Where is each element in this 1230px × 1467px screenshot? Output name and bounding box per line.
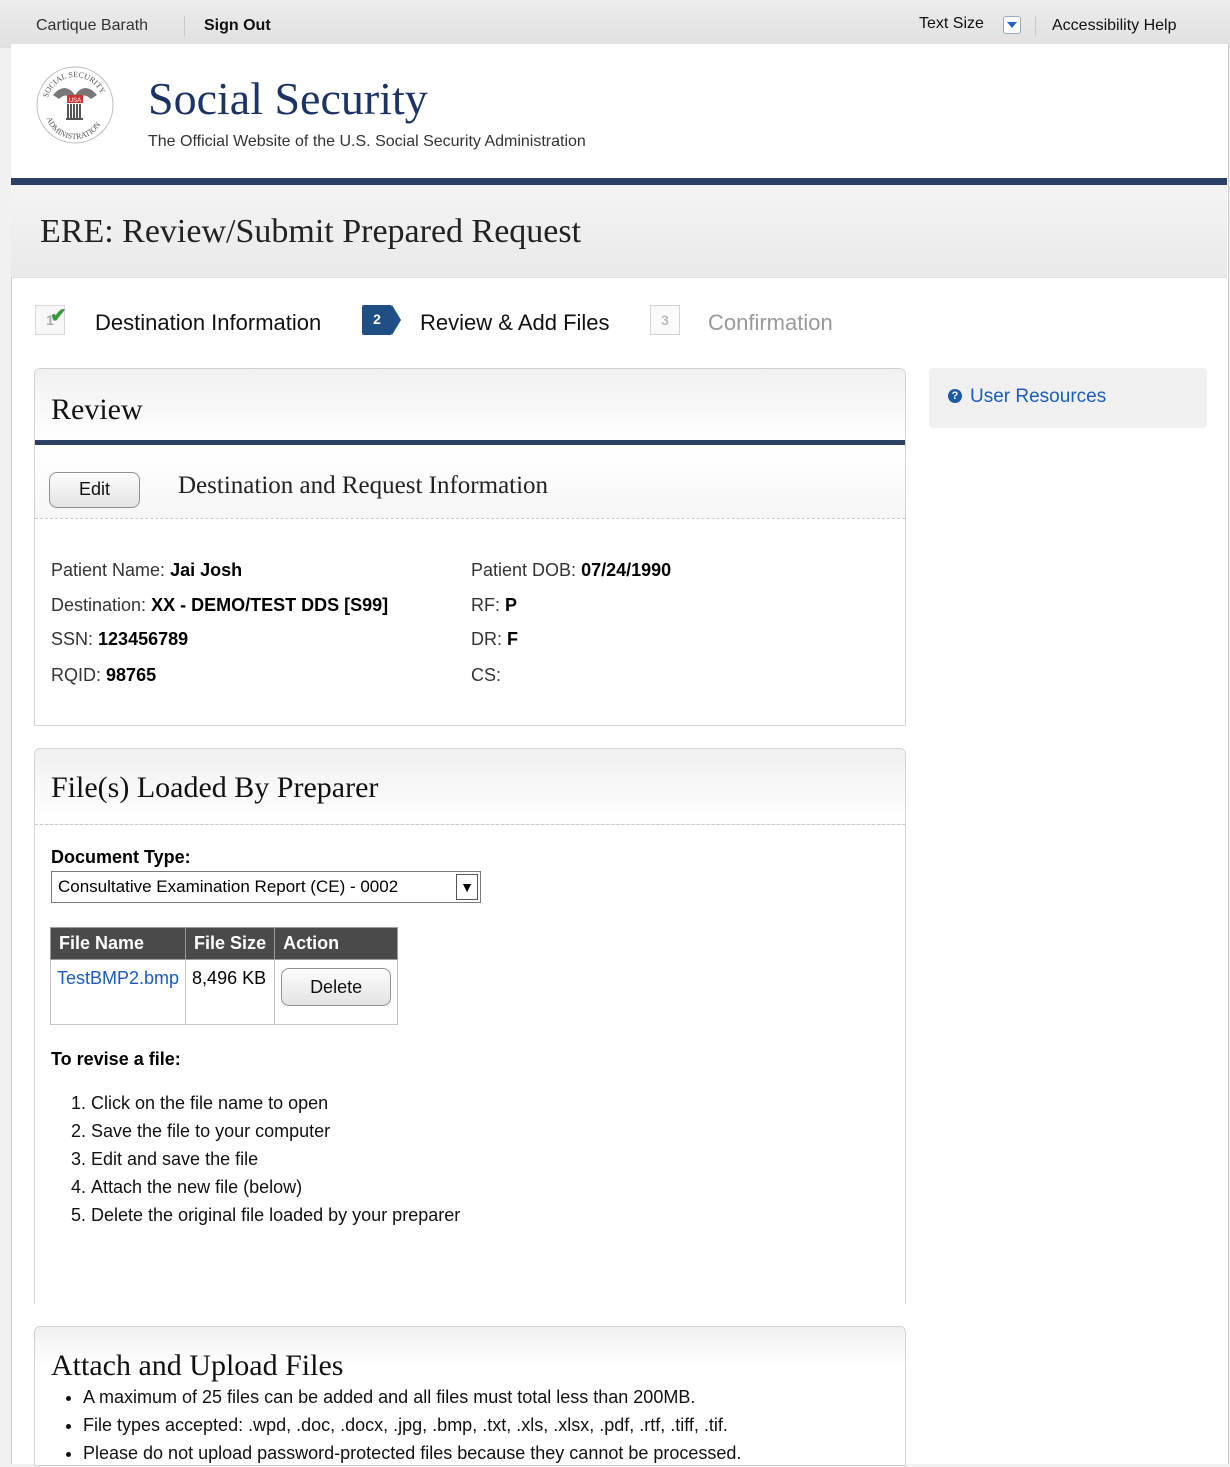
field-label: Patient Name:	[51, 560, 166, 580]
list-item: Edit and save the file	[91, 1145, 460, 1173]
list-item: File types accepted: .wpd, .doc, .docx, …	[83, 1411, 741, 1439]
step-3-label: Confirmation	[708, 310, 833, 335]
review-panel: Review Edit Destination and Request Info…	[34, 368, 906, 726]
revise-steps-list: Click on the file name to open Save the …	[51, 1089, 460, 1229]
delete-button[interactable]: Delete	[281, 968, 392, 1006]
step-1-badge: 1 ✔	[35, 305, 67, 335]
checkmark-icon: ✔	[50, 305, 67, 327]
table-header-row: File Name File Size Action	[49, 927, 399, 960]
edit-button[interactable]: Edit	[49, 472, 140, 508]
patient-name-field: Patient Name: Jai Josh	[51, 560, 242, 581]
list-item: Please do not upload password-protected …	[83, 1439, 741, 1467]
attach-header: Attach and Upload Files	[35, 1327, 905, 1382]
review-header: Review	[35, 369, 905, 445]
file-size-cell: 8,496 KB	[185, 959, 276, 1025]
dr-field: DR: F	[471, 629, 518, 650]
dr-value: F	[507, 629, 519, 649]
brand-tagline: The Official Website of the U.S. Social …	[148, 133, 586, 150]
file-name-cell: TestBMP2.bmp	[49, 959, 187, 1025]
accessibility-help-link[interactable]: Accessibility Help	[1052, 17, 1176, 35]
step-2-badge: 2	[362, 305, 401, 335]
ssn-value: 123456789	[98, 629, 189, 649]
files-table: File Name File Size Action TestBMP2.bmp …	[49, 927, 399, 1025]
user-name: Cartique Barath	[36, 17, 149, 34]
rqid-field: RQID: 98765	[51, 665, 156, 686]
user-resources-link[interactable]: User Resources	[970, 386, 1106, 408]
document-type-label: Document Type:	[51, 847, 191, 867]
field-label: DR:	[471, 629, 502, 649]
files-header: File(s) Loaded By Preparer	[35, 749, 905, 825]
table-row: TestBMP2.bmp 8,496 KB Delete	[49, 959, 399, 1025]
patient-dob-field: Patient DOB: 07/24/1990	[471, 560, 671, 581]
column-header: Action	[274, 927, 399, 960]
svg-text:USA: USA	[69, 98, 81, 104]
step-number: 2	[373, 311, 381, 327]
revise-heading: To revise a file:	[51, 1049, 181, 1069]
text-size-label[interactable]: Text Size	[919, 15, 984, 33]
list-item: Attach the new file (below)	[91, 1173, 460, 1201]
action-cell: Delete	[274, 959, 399, 1025]
rf-field: RF: P	[471, 595, 517, 616]
column-header: File Name	[49, 927, 187, 960]
sign-out-link[interactable]: Sign Out	[204, 17, 271, 35]
selected-document-type: Consultative Examination Report (CE) - 0…	[58, 877, 399, 896]
field-label: SSN:	[51, 629, 94, 649]
header-rule	[11, 178, 1227, 185]
help-icon: ?	[948, 389, 962, 403]
list-item: Save the file to your computer	[91, 1117, 460, 1145]
divider	[184, 16, 185, 36]
divider	[1035, 16, 1036, 36]
patient-dob-value: 07/24/1990	[581, 560, 672, 580]
rf-value: P	[505, 595, 518, 615]
list-item: A maximum of 25 files can be added and a…	[83, 1383, 741, 1411]
rqid-value: 98765	[106, 665, 157, 685]
text-size-dropdown-icon[interactable]	[1003, 16, 1021, 34]
list-item: Click on the file name to open	[91, 1089, 460, 1117]
field-label: RQID:	[51, 665, 102, 685]
step-2-label: Review & Add Files	[420, 310, 610, 335]
field-label: RF:	[471, 595, 500, 615]
attach-title: Attach and Upload Files	[51, 1349, 344, 1382]
files-title: File(s) Loaded By Preparer	[51, 771, 379, 804]
destination-field: Destination: XX - DEMO/TEST DDS [S99]	[51, 595, 388, 616]
field-label: Patient DOB:	[471, 560, 577, 580]
patient-name-value: Jai Josh	[170, 560, 243, 580]
destination-value: XX - DEMO/TEST DDS [S99]	[151, 595, 389, 615]
file-name-link[interactable]: TestBMP2.bmp	[57, 968, 179, 988]
ssa-seal-logo[interactable]: SOCIAL SECURITY ADMINISTRATION USA	[35, 65, 115, 145]
chevron-down-icon[interactable]: ▼	[456, 874, 478, 900]
step-3-badge: 3	[650, 305, 680, 335]
cs-field: CS:	[471, 665, 501, 686]
attach-panel: Attach and Upload Files A maximum of 25 …	[34, 1326, 906, 1466]
files-panel: File(s) Loaded By Preparer Document Type…	[34, 748, 906, 1304]
list-item: Delete the original file loaded by your …	[91, 1201, 460, 1229]
utility-bar: Cartique Barath Sign Out Text Size Acces…	[0, 0, 1230, 48]
step-number: 3	[661, 312, 669, 328]
document-type-select[interactable]: Consultative Examination Report (CE) - 0…	[51, 871, 481, 903]
field-label: Destination:	[51, 595, 147, 615]
page-title: ERE: Review/Submit Prepared Request	[40, 213, 582, 250]
attach-notes-list: A maximum of 25 files can be added and a…	[53, 1383, 741, 1467]
review-title: Review	[51, 393, 143, 426]
column-header: File Size	[185, 927, 276, 960]
step-1-label: Destination Information	[95, 310, 322, 335]
destination-section-title: Destination and Request Information	[178, 472, 549, 499]
brand-title[interactable]: Social Security	[148, 72, 428, 125]
ssn-field: SSN: 123456789	[51, 629, 188, 650]
field-label: CS:	[471, 665, 502, 685]
